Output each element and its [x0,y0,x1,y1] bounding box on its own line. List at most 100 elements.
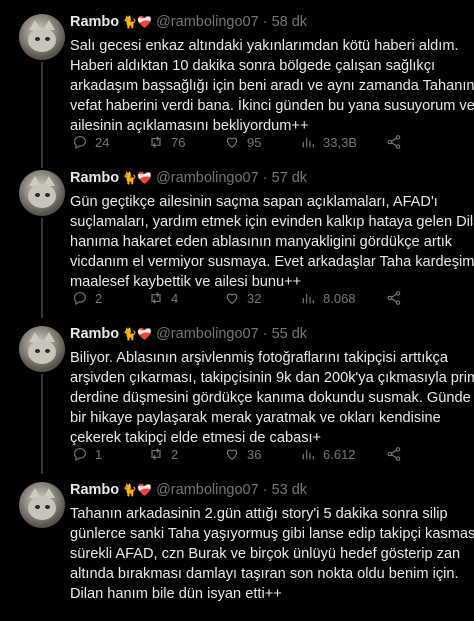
retweet-count: 4 [171,290,179,306]
user-handle[interactable]: @rambolingo07 [156,482,259,498]
tweet-text-line: derdine düşmesini gördükçe kanıma dokund… [70,390,471,406]
heart-icon [226,137,238,149]
tweet-actions: 1 2 36 6.612 [70,446,470,466]
reply-count: 2 [95,290,103,306]
reply-count: 24 [95,134,110,150]
tweet[interactable]: Rambo 🐈❤️‍🩹 @rambolingo07 · 53 dk Tahanın… [0,468,474,621]
tweet-actions: 2 4 32 8.068 [70,290,470,310]
tweet-text-line: günlerce sanki Taha yaşıyormuş gibi lans… [70,526,474,542]
bar-chart-icon [302,450,314,460]
tweet-text-line: bir hikaye paylaşarak merak yaratmak ve … [70,410,441,426]
separator-dot: · [262,326,268,342]
timestamp[interactable]: 58 dk [272,14,307,30]
like-count: 32 [247,290,262,306]
reply-icon [74,136,86,150]
tweet-text-line: Salı gecesi enkaz altındaki yakınlarımda… [70,38,459,54]
reply-icon [74,292,86,306]
avatar[interactable] [19,170,65,216]
tweet[interactable]: Rambo 🐈❤️‍🩹 @rambolingo07 · 57 dk Gün geç… [0,156,474,316]
tweet[interactable]: Rambo 🐈❤️‍🩹 @rambolingo07 · 55 dk Biliyor… [0,312,474,472]
retweet-button[interactable]: 76 [148,134,185,150]
reply-icon [74,448,86,462]
display-name[interactable]: Rambo [70,326,119,342]
separator-dot: · [262,170,268,186]
user-handle[interactable]: @rambolingo07 [156,170,259,186]
heart-icon [226,449,238,461]
tweet-actions: 24 76 95 33,3B [70,134,470,154]
views-button[interactable]: 8.068 [300,290,356,306]
bar-chart-icon [302,294,314,304]
tweet-header: Rambo 🐈❤️‍🩹 @rambolingo07 · 55 dk [70,326,307,342]
share-button[interactable] [386,446,402,462]
tweet-header: Rambo 🐈❤️‍🩹 @rambolingo07 · 53 dk [70,482,307,498]
retweet-icon [151,292,161,304]
share-icon [387,135,401,149]
tweet-text-line: arkadaşım başsağlığı için beni aradı ve … [70,78,474,94]
bar-chart-icon [302,138,314,148]
retweet-icon [151,448,161,460]
view-count: 33,3B [323,134,357,150]
retweet-icon [151,136,161,148]
display-name[interactable]: Rambo [70,482,119,498]
views-button[interactable]: 33,3B [300,134,357,150]
timestamp[interactable]: 57 dk [272,170,307,186]
tweet-text: Tahanın arkadasinin 2.gün attığı story'i… [70,504,474,604]
display-name[interactable]: Rambo [70,170,119,186]
heart-icon [226,293,238,305]
reply-count: 1 [95,446,103,462]
share-icon [387,447,401,461]
retweet-button[interactable]: 2 [148,446,178,462]
name-emoji-badges: 🐈❤️‍🩹 [122,327,153,341]
like-count: 95 [247,134,262,150]
tweet-text-line: sürekli AFAD, czn Burak ve birçok ünlüyü… [70,546,461,562]
tweet-text-line: çekerek takipçi elde etmesi de cabası+ [70,430,322,446]
user-handle[interactable]: @rambolingo07 [156,14,259,30]
share-button[interactable] [386,134,402,150]
timestamp[interactable]: 53 dk [272,482,307,498]
tweet-header: Rambo 🐈❤️‍🩹 @rambolingo07 · 57 dk [70,170,307,186]
tweet-text-line: suçlamaları, yardım etmek için evinden k… [70,214,474,230]
separator-dot: · [262,482,268,498]
tweet-text-line: arşivden çıkarması, takipçisinin 9k dan … [70,370,474,386]
avatar[interactable] [19,14,65,60]
views-button[interactable]: 6.612 [300,446,356,462]
reply-button[interactable]: 1 [72,446,102,462]
tweet-text-line: Dilan hanım bile dün isyan etti++ [70,586,282,602]
name-emoji-badges: 🐈❤️‍🩹 [122,15,153,29]
reply-button[interactable]: 2 [72,290,102,306]
tweet-text-line: Gün geçtikçe ailesinin saçma sapan açıkl… [70,194,438,210]
reply-button[interactable]: 24 [72,134,109,150]
tweet-header: Rambo 🐈❤️‍🩹 @rambolingo07 · 58 dk [70,14,307,30]
like-button[interactable]: 32 [224,290,261,306]
retweet-button[interactable]: 4 [148,290,178,306]
like-count: 36 [247,446,262,462]
like-button[interactable]: 36 [224,446,261,462]
user-handle[interactable]: @rambolingo07 [156,326,259,342]
tweet-text-line: Tahanın arkadasinin 2.gün attığı story'i… [70,506,448,522]
tweet-text: Gün geçtikçe ailesinin saçma sapan açıkl… [70,192,474,292]
view-count: 8.068 [323,290,356,306]
share-button[interactable] [386,290,402,306]
avatar[interactable] [19,482,65,528]
tweet-text-line: vicdanım el vermiyor susmaya. Evet arkad… [70,254,474,270]
tweet-text: Biliyor. Ablasının arşivlenmiş fotoğrafl… [70,348,474,448]
tweet-text-line: vefat haberini verdi bana. İkinci günden… [70,98,474,114]
retweet-count: 76 [171,134,186,150]
timestamp[interactable]: 55 dk [272,326,307,342]
tweet-text-line: Haberi aldıktan 10 dakika sonra bölgede … [70,58,436,74]
avatar[interactable] [19,326,65,372]
tweet-feed: Rambo 🐈❤️‍🩹 @rambolingo07 · 58 dk Salı ge… [0,0,474,621]
name-emoji-badges: 🐈❤️‍🩹 [122,171,153,185]
tweet-text-line: ailesinin açıklamasını bekliyordum++ [70,118,309,134]
view-count: 6.612 [323,446,356,462]
name-emoji-badges: 🐈❤️‍🩹 [122,483,153,497]
retweet-count: 2 [171,446,179,462]
tweet[interactable]: Rambo 🐈❤️‍🩹 @rambolingo07 · 58 dk Salı ge… [0,0,474,160]
tweet-text-line: Biliyor. Ablasının arşivlenmiş fotoğrafl… [70,350,448,366]
tweet-text-line: maalesef kaybettik ve ailesi bunu++ [70,274,302,290]
tweet-text-line: altında bırakması damlayı taşıran son no… [70,566,459,582]
tweet-text: Salı gecesi enkaz altındaki yakınlarımda… [70,36,474,136]
separator-dot: · [262,14,268,30]
display-name[interactable]: Rambo [70,14,119,30]
like-button[interactable]: 95 [224,134,261,150]
